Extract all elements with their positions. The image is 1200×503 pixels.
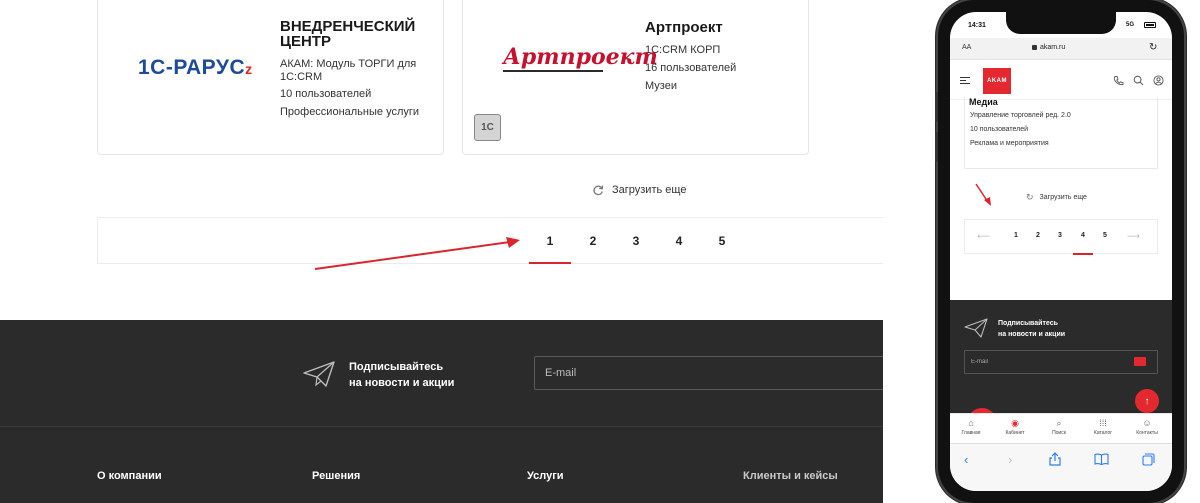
safari-toolbar: ‹ › — [950, 443, 1172, 491]
page-link-2[interactable]: 2 — [583, 234, 603, 248]
arrow-up-icon: ↑ — [1144, 395, 1150, 407]
paper-plane-icon — [303, 361, 335, 387]
tab-contacts[interactable]: ☺ Контакты — [1127, 418, 1167, 436]
footer-heading-clients[interactable]: Клиенты и кейсы — [743, 470, 838, 482]
menu-icon[interactable] — [960, 77, 970, 84]
client-card-media[interactable]: Медиа Управление торговлей ред. 2.0 10 п… — [964, 97, 1158, 169]
card-title-line2: ЦЕНТР — [280, 33, 331, 50]
tab-catalog[interactable]: ⁞⁞⁞ Каталог — [1083, 418, 1123, 436]
annotation-arrow — [975, 183, 991, 206]
load-more-label: Загрузить еще — [612, 184, 687, 196]
next-arrow-icon[interactable]: ⟶ — [1127, 231, 1140, 242]
search-icon: ⌕ — [1056, 418, 1062, 428]
subscribe-section: Подписывайтесь на новости и акции — [0, 320, 883, 426]
card-title: Артпроект — [645, 19, 723, 36]
card-title: Медиа — [969, 97, 998, 107]
subscribe-section: Подписывайтесь на новости и акции ↑ ⚭ — [950, 300, 1172, 438]
phone-notch — [1006, 12, 1116, 34]
card-product: 1С:CRM КОРП — [645, 44, 721, 56]
back-icon[interactable]: ‹ — [964, 452, 968, 467]
search-icon[interactable] — [1133, 75, 1144, 86]
card-users: 10 пользователей — [280, 88, 372, 100]
footer-heading-services[interactable]: Услуги — [527, 470, 564, 482]
page-link-1[interactable]: 1 — [540, 234, 560, 248]
composite-screenshot: 1С-РАРУСz ВНЕДРЕНЧЕСКИЙ ЦЕНТР АКАМ: Моду… — [0, 0, 1200, 503]
forward-icon[interactable]: › — [1008, 452, 1012, 467]
card-title-line1: ВНЕДРЕНЧЕСКИЙ — [280, 18, 416, 35]
lock-icon — [1032, 45, 1037, 50]
contacts-icon: ☺ — [1142, 418, 1152, 428]
card-industry: Музеи — [645, 80, 677, 92]
page-link-1[interactable]: 1 — [1011, 232, 1021, 239]
site-footer: О компании Решения Услуги Клиенты и кейс… — [0, 426, 883, 503]
mobile-tab-bar: ⌂ Главная ◉ Кабинет ⌕ Поиск ⁞⁞⁞ Каталог … — [950, 413, 1172, 443]
phone-icon[interactable] — [1113, 75, 1124, 86]
client-card-rarus[interactable]: 1С-РАРУСz ВНЕДРЕНЧЕСКИЙ ЦЕНТР АКАМ: Моду… — [97, 0, 444, 155]
email-submit-button[interactable] — [1134, 357, 1146, 366]
refresh-icon — [593, 185, 604, 196]
partner-badge: 1С — [474, 114, 501, 141]
card-product-line2: 1С:CRM — [280, 71, 323, 83]
paper-plane-icon — [964, 318, 988, 338]
active-page-indicator — [1073, 253, 1093, 255]
active-page-indicator — [529, 262, 571, 264]
load-more-label: Загрузить еще — [1039, 194, 1087, 201]
footer-heading-solutions[interactable]: Решения — [312, 470, 360, 482]
page-link-3[interactable]: 3 — [626, 234, 646, 248]
safari-url-bar[interactable]: AA akam.ru ↻ — [950, 38, 1172, 60]
akam-logo[interactable]: AKAM — [983, 68, 1011, 94]
card-industry: Реклама и мероприятия — [970, 140, 1049, 147]
page-link-4[interactable]: 4 — [669, 234, 689, 248]
pagination: ⟵ 1 2 3 4 5 ⟶ — [964, 219, 1158, 255]
share-icon[interactable] — [1049, 452, 1061, 466]
reload-icon[interactable]: ↻ — [1149, 42, 1157, 53]
phone-volume-up — [935, 92, 938, 122]
card-industry: Профессиональные услуги — [280, 106, 420, 118]
text-size-button[interactable]: AA — [962, 44, 971, 51]
page-link-2[interactable]: 2 — [1033, 232, 1043, 239]
page-link-5[interactable]: 5 — [712, 234, 732, 248]
refresh-icon: ↻ — [1026, 192, 1034, 202]
card-users: 16 пользователей — [645, 62, 737, 74]
phone-volume-down — [935, 132, 938, 162]
home-icon: ⌂ — [968, 418, 974, 428]
phone-mockup: 14:31 5G AA akam.ru ↻ AKAM Медиа Управле… — [935, 0, 1184, 503]
card-product-line1: АКАМ: Модуль ТОРГИ для — [280, 58, 417, 70]
logo-underline — [503, 70, 603, 72]
annotation-arrow — [314, 237, 520, 270]
page-link-5[interactable]: 5 — [1100, 232, 1110, 239]
artproekt-logo: Артпроект — [503, 44, 658, 70]
mobile-header: AKAM — [950, 60, 1172, 100]
rarus-logo: 1С-РАРУСz — [138, 56, 253, 79]
scroll-top-button[interactable]: ↑ — [1135, 389, 1159, 413]
card-users: 10 пользователей — [970, 126, 1029, 133]
page-link-3[interactable]: 3 — [1055, 232, 1065, 239]
subscribe-heading: Подписывайтесь на новости и акции — [998, 320, 1066, 338]
email-input[interactable] — [534, 356, 883, 390]
cabinet-icon: ◉ — [1011, 418, 1019, 428]
page-link-4[interactable]: 4 — [1078, 232, 1088, 239]
load-more-button[interactable]: Загрузить еще — [592, 182, 686, 198]
client-card-artproekt[interactable]: Артпроект Артпроект 1С:CRM КОРП 16 польз… — [462, 0, 809, 155]
prev-arrow-icon[interactable]: ⟵ — [977, 231, 990, 242]
footer-heading-about[interactable]: О компании — [97, 470, 162, 482]
catalog-icon: ⁞⁞⁞ — [1099, 418, 1107, 428]
bookmarks-icon[interactable] — [1094, 453, 1109, 465]
tabs-icon[interactable] — [1142, 453, 1155, 466]
account-icon[interactable] — [1153, 75, 1164, 86]
load-more-button[interactable]: ↻ Загрузить еще — [1026, 192, 1087, 203]
status-network: 5G — [1126, 22, 1135, 28]
tab-search[interactable]: ⌕ Поиск — [1039, 418, 1079, 436]
url-text[interactable]: akam.ru — [1040, 44, 1065, 51]
phone-screen: 14:31 5G AA akam.ru ↻ AKAM Медиа Управле… — [950, 12, 1172, 491]
email-input[interactable] — [964, 350, 1158, 374]
status-time: 14:31 — [968, 22, 986, 29]
card-product: Управление торговлей ред. 2.0 — [970, 112, 1071, 119]
desktop-view: 1С-РАРУСz ВНЕДРЕНЧЕСКИЙ ЦЕНТР АКАМ: Моду… — [0, 0, 883, 503]
subscribe-heading: Подписывайтесь на новости и акции — [349, 361, 455, 389]
tab-cabinet[interactable]: ◉ Кабинет — [995, 418, 1035, 436]
tab-home[interactable]: ⌂ Главная — [951, 418, 991, 436]
battery-icon — [1144, 22, 1156, 28]
